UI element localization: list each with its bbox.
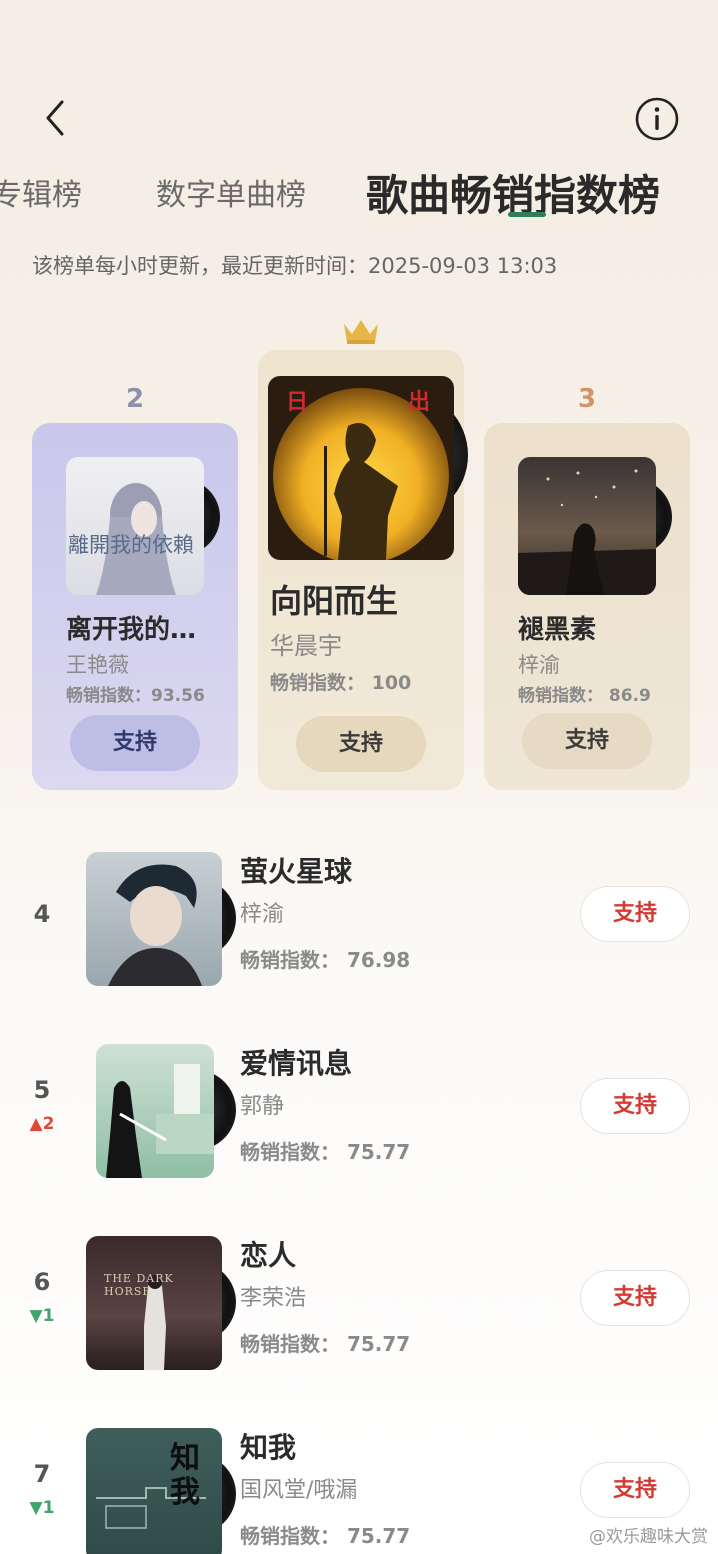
album-cover: THE DARK HORSE	[86, 1236, 222, 1370]
artist-name: 郭静	[240, 1094, 285, 1119]
cover-text: 知我	[170, 1441, 200, 1510]
tab-digital-single-chart[interactable]: 数字单曲榜	[156, 170, 306, 214]
cover-text: 日	[286, 390, 309, 415]
artist-name: 王艳薇	[66, 653, 129, 677]
artist-name: 华晨宇	[270, 632, 342, 660]
support-button[interactable]: 支持	[580, 1078, 690, 1134]
album-cover	[96, 1044, 214, 1178]
artist-name: 梓渝	[518, 653, 560, 677]
artist-name: 梓渝	[240, 902, 285, 927]
watermark: @欢乐趣味大赏	[589, 1527, 708, 1547]
info-icon[interactable]	[634, 96, 680, 142]
podium-card-rank-2[interactable]: 離開我的依賴 离开我的… 王艳薇 畅销指数：93.56 支持	[32, 423, 238, 790]
album-cover	[86, 852, 222, 986]
song-title: 萤火星球	[240, 855, 353, 888]
sales-index: 畅销指数： 100	[270, 672, 412, 694]
album-cover	[518, 457, 656, 595]
sales-index: 畅销指数：93.56	[66, 686, 205, 706]
support-button[interactable]: 支持	[522, 713, 652, 769]
sales-index: 畅销指数： 86.9	[518, 686, 651, 706]
active-tab-indicator	[508, 212, 546, 217]
list-item[interactable]: 4 萤火星球 梓渝 畅销指数： 76.98 支持	[0, 846, 718, 996]
trend-up-indicator: ▲2	[29, 1114, 55, 1134]
rank-number: 5	[33, 1076, 51, 1104]
sales-index: 畅销指数： 75.77	[240, 1332, 411, 1356]
back-icon[interactable]	[36, 96, 76, 140]
song-title: 恋人	[240, 1239, 297, 1272]
support-button[interactable]: 支持	[296, 716, 426, 772]
song-title: 知我	[240, 1431, 297, 1464]
crown-icon	[340, 316, 382, 346]
song-title: 爱情讯息	[240, 1047, 353, 1080]
cover-text: THE DARK HORSE	[104, 1272, 174, 1298]
trend-down-indicator: ▼1	[29, 1498, 55, 1518]
rank-number: 4	[33, 900, 51, 928]
song-title: 离开我的…	[66, 615, 197, 645]
podium-rank-2: 2	[126, 384, 145, 414]
support-button[interactable]: 支持	[70, 715, 200, 771]
sales-index: 畅销指数： 76.98	[240, 948, 411, 972]
sales-index: 畅销指数： 75.77	[240, 1140, 411, 1164]
podium-rank-3: 3	[578, 384, 597, 414]
album-cover: 離開我的依賴	[66, 457, 204, 595]
support-button[interactable]: 支持	[580, 1270, 690, 1326]
cover-text: 出	[408, 390, 431, 415]
song-title: 褪黑素	[518, 615, 597, 645]
rank-number: 6	[33, 1268, 51, 1296]
update-info: 该榜单每小时更新，最近更新时间：2025-09-03 13:03	[32, 254, 558, 278]
chart-tabs: 专辑榜 数字单曲榜 歌曲畅销指数榜	[0, 162, 718, 226]
tab-album-chart[interactable]: 专辑榜	[0, 170, 82, 214]
song-title: 向阳而生	[270, 582, 399, 620]
top-bar	[0, 90, 718, 150]
artist-name: 李荣浩	[240, 1286, 307, 1311]
trend-down-indicator: ▼1	[29, 1306, 55, 1326]
sales-index: 畅销指数： 75.77	[240, 1524, 411, 1548]
album-cover: 知我	[86, 1428, 222, 1554]
podium-card-rank-3[interactable]: 褪黑素 梓渝 畅销指数： 86.9 支持	[484, 423, 690, 790]
artist-name: 国风堂/哦漏	[240, 1478, 358, 1503]
podium-card-rank-1[interactable]: 日 出 向阳而生 华晨宇 畅销指数： 100 支持	[258, 350, 468, 790]
list-item[interactable]: 5 ▲2 爱情讯息 郭静 畅销指数： 75.77 支持	[0, 1038, 718, 1188]
rank-number: 7	[33, 1460, 51, 1488]
album-cover: 日 出	[268, 376, 454, 560]
support-button[interactable]: 支持	[580, 886, 690, 942]
list-item[interactable]: 6 ▼1 THE DARK HORSE 恋人 李荣浩 畅销指数： 75.77 支…	[0, 1230, 718, 1380]
cover-text: 離開我的依賴	[68, 533, 194, 557]
support-button[interactable]: 支持	[580, 1462, 690, 1518]
